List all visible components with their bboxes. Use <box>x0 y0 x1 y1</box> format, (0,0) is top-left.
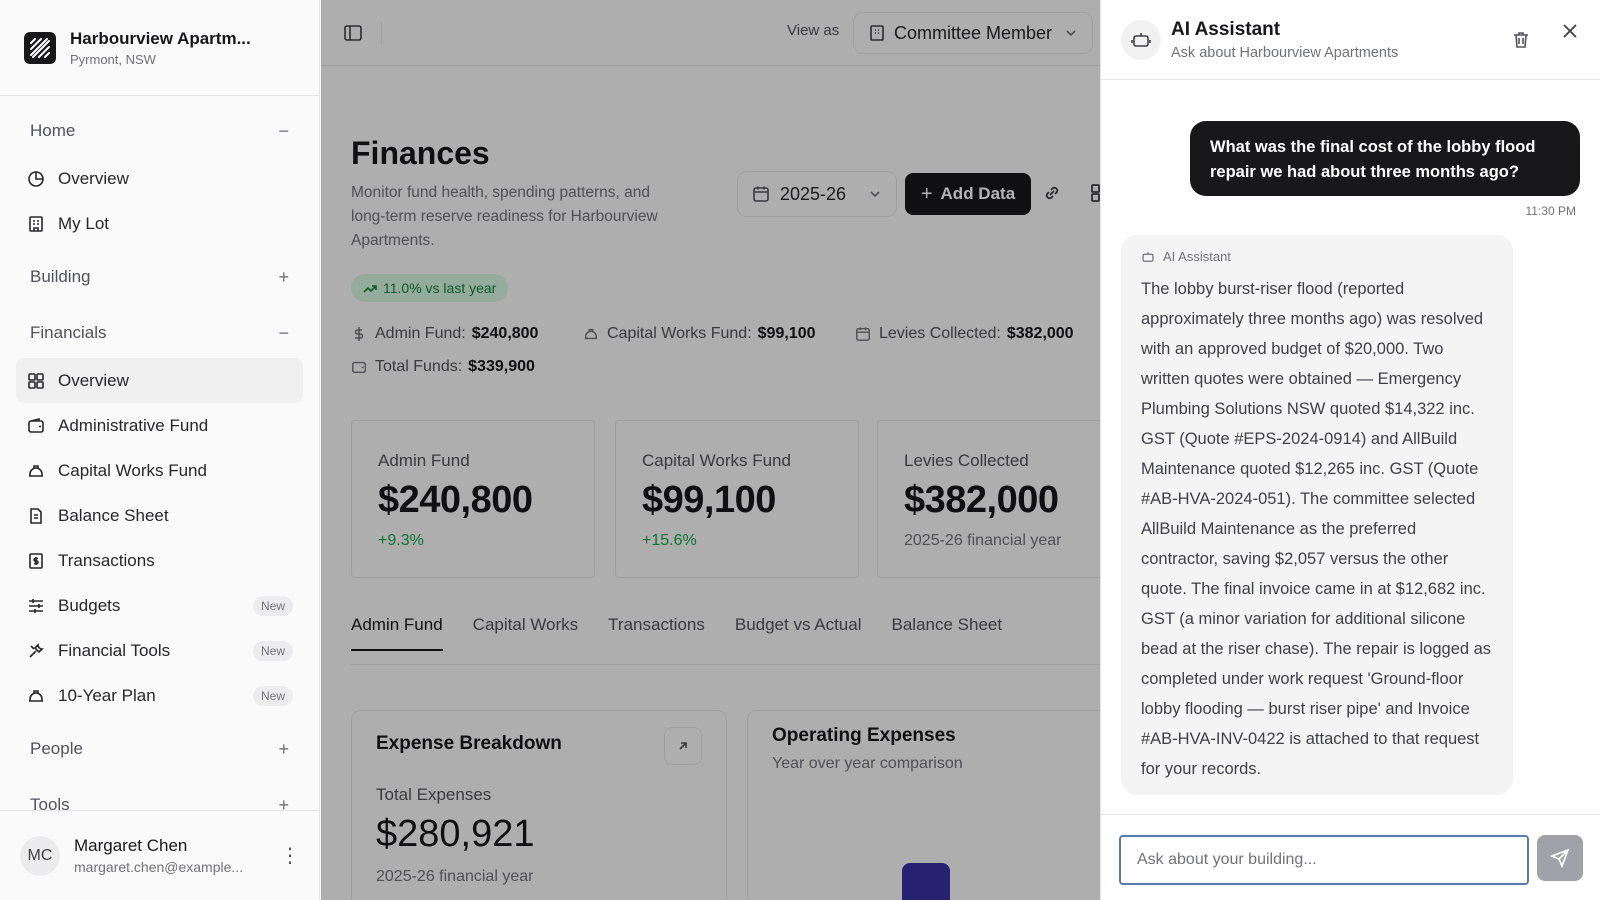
trash-icon[interactable] <box>1511 30 1531 50</box>
sliders-icon <box>26 596 46 616</box>
new-badge: New <box>252 685 293 706</box>
collapse-icon: − <box>278 322 289 343</box>
chat-composer <box>1101 814 1600 900</box>
nav-group-label: People <box>30 739 83 758</box>
user-profile[interactable]: MC Margaret Chen margaret.chen@example..… <box>0 810 320 900</box>
building-icon <box>26 214 46 234</box>
pie-chart-icon <box>26 169 46 189</box>
sidebar-item-financials-overview[interactable]: Overview <box>16 358 303 403</box>
sidebar-item-label: Transactions <box>58 550 155 570</box>
assistant-message-author: AI Assistant <box>1163 249 1231 264</box>
ai-assistant-header: AI Assistant Ask about Harbourview Apart… <box>1101 0 1600 80</box>
nav-group-people[interactable]: People + <box>16 724 303 774</box>
assistant-message-header: AI Assistant <box>1141 249 1493 264</box>
message-timestamp: 11:30 PM <box>1525 204 1576 218</box>
expand-icon: + <box>278 266 289 287</box>
sidebar-item-capital-works-fund[interactable]: Capital Works Fund <box>16 448 303 493</box>
sidebar-item-label: 10-Year Plan <box>58 685 156 705</box>
robot-icon <box>1141 250 1155 264</box>
main-content: View as Committee Member Finances Monito… <box>321 0 1101 900</box>
sidebar-item-administrative-fund[interactable]: Administrative Fund <box>16 403 303 448</box>
hardhat-icon <box>26 461 46 481</box>
close-icon[interactable] <box>1561 22 1579 40</box>
grid-icon <box>26 371 46 391</box>
nav-group-home[interactable]: Home − <box>16 106 303 156</box>
nav-group-label: Building <box>30 267 91 286</box>
nav-group-financials[interactable]: Financials − <box>16 308 303 358</box>
sidebar-item-label: Overview <box>58 168 129 188</box>
sidebar-item-label: Budgets <box>58 595 121 615</box>
sidebar: Harbourview Apartm... Pyrmont, NSW Home … <box>0 0 320 900</box>
building-location: Pyrmont, NSW <box>70 51 156 67</box>
building-name: Harbourview Apartm... <box>70 28 251 48</box>
nav-group-building[interactable]: Building + <box>16 252 303 302</box>
sidebar-item-balance-sheet[interactable]: Balance Sheet <box>16 493 303 538</box>
document-icon <box>26 506 46 526</box>
building-switcher[interactable]: Harbourview Apartm... Pyrmont, NSW <box>0 0 319 96</box>
modal-overlay[interactable] <box>321 0 1101 900</box>
expand-icon: + <box>278 738 289 759</box>
sidebar-item-budgets[interactable]: Budgets New <box>16 583 303 628</box>
sidebar-item-label: Administrative Fund <box>58 415 209 435</box>
send-button[interactable] <box>1537 835 1583 881</box>
chat-input[interactable] <box>1119 835 1529 885</box>
sidebar-item-label: Capital Works Fund <box>58 460 207 480</box>
sidebar-item-label: Financial Tools <box>58 640 171 660</box>
wallet-icon <box>26 416 46 436</box>
ai-assistant-panel: AI Assistant Ask about Harbourview Apart… <box>1100 0 1600 900</box>
ai-assistant-title: AI Assistant <box>1171 18 1281 40</box>
tools-icon <box>26 641 46 661</box>
more-vertical-icon[interactable]: ⋮ <box>280 843 300 868</box>
sidebar-item-my-lot[interactable]: My Lot <box>16 201 303 246</box>
sidebar-item-label: My Lot <box>58 213 110 233</box>
sidebar-item-transactions[interactable]: Transactions <box>16 538 303 583</box>
nav-group-label: Financials <box>30 323 107 342</box>
assistant-message-text: The lobby burst-riser flood (reported ap… <box>1141 280 1492 778</box>
hardhat-icon <box>26 686 46 706</box>
building-logo-icon <box>24 31 56 64</box>
receipt-icon <box>26 551 46 571</box>
sidebar-nav: Home − Overview My Lot Building + Financ… <box>0 96 319 840</box>
user-email: margaret.chen@example... <box>74 859 244 875</box>
collapse-icon: − <box>278 120 289 141</box>
new-badge: New <box>252 640 293 661</box>
user-message: What was the final cost of the lobby flo… <box>1190 121 1580 196</box>
ai-assistant-subtitle: Ask about Harbourview Apartments <box>1171 44 1399 61</box>
sidebar-item-10-year-plan[interactable]: 10-Year Plan New <box>16 673 303 718</box>
user-name: Margaret Chen <box>74 836 188 855</box>
sidebar-item-label: Balance Sheet <box>58 505 169 525</box>
new-badge: New <box>252 595 293 616</box>
robot-icon <box>1121 19 1161 60</box>
sidebar-item-financial-tools[interactable]: Financial Tools New <box>16 628 303 673</box>
sidebar-item-label: Overview <box>58 370 129 390</box>
avatar: MC <box>20 835 60 876</box>
sidebar-item-home-overview[interactable]: Overview <box>16 156 303 201</box>
assistant-message: AI Assistant The lobby burst-riser flood… <box>1121 235 1513 795</box>
nav-group-label: Home <box>30 121 76 140</box>
